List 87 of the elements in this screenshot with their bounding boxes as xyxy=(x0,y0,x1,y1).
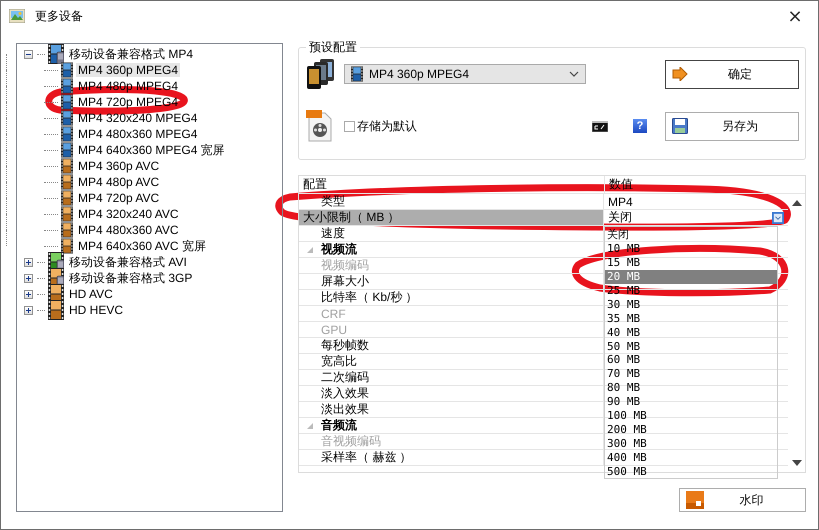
scroll-up-icon[interactable] xyxy=(792,200,802,206)
tree-item[interactable]: MP4 480x360 AVC xyxy=(76,223,181,237)
property-name[interactable]: 淡入效果 xyxy=(321,385,369,402)
caret-icon xyxy=(569,71,579,77)
column-header: 配置 xyxy=(299,176,605,193)
tree-item[interactable]: MP4 360p AVC xyxy=(76,159,162,173)
save-as-button[interactable]: 另存为 xyxy=(665,112,799,140)
video-file-icon xyxy=(306,110,334,142)
property-name[interactable]: 类型 xyxy=(321,194,345,210)
group-title: 预设配置 xyxy=(306,39,360,56)
dropdown-option[interactable]: 60 MB xyxy=(605,353,777,367)
dropdown-option[interactable]: 80 MB xyxy=(605,380,777,395)
dropdown-option[interactable]: 90 MB xyxy=(605,394,777,409)
scroll-down-icon[interactable] xyxy=(792,460,802,466)
category-label: 音频流 xyxy=(321,417,357,434)
film-icon xyxy=(61,78,73,94)
property-name[interactable]: 二次编码 xyxy=(321,369,369,386)
film-icon xyxy=(61,126,73,142)
save-icon xyxy=(672,118,688,134)
dropdown-option[interactable]: 200 MB xyxy=(605,422,777,436)
property-value: MP4 xyxy=(608,194,633,208)
tree-item[interactable]: HD HEVC xyxy=(67,303,126,317)
tree-item[interactable]: MP4 360p MPEG4 xyxy=(76,63,180,77)
property-name[interactable]: 淡出效果 xyxy=(321,401,369,418)
category-label: 视频流 xyxy=(321,241,357,258)
expand-icon[interactable] xyxy=(24,258,33,266)
property-name[interactable]: 比特率（ Kb/秒 ） xyxy=(321,289,418,306)
tree-item[interactable]: MP4 480x360 MPEG4 xyxy=(76,127,200,141)
app-icon xyxy=(9,9,25,23)
film-icon xyxy=(48,300,64,320)
ok-button[interactable]: 确定 xyxy=(665,60,799,88)
dropdown-button[interactable] xyxy=(772,212,784,224)
watermark-icon xyxy=(686,491,704,509)
film-icon xyxy=(61,110,73,126)
dropdown-option[interactable]: 300 MB xyxy=(605,436,777,450)
film-icon xyxy=(61,62,73,78)
film-icon xyxy=(61,174,73,190)
dropdown-option[interactable]: 15 MB xyxy=(605,256,777,270)
expand-icon[interactable] xyxy=(24,306,33,314)
dropdown-option[interactable]: 400 MB xyxy=(605,450,777,464)
phones-icon xyxy=(306,58,336,90)
dropdown-option[interactable]: 100 MB xyxy=(605,408,777,422)
profile-dropdown[interactable]: MP4 360p MPEG4 xyxy=(344,64,586,84)
film-icon xyxy=(61,94,73,110)
film-icon xyxy=(61,222,73,238)
film-icon xyxy=(61,190,73,206)
expand-icon[interactable] xyxy=(24,290,33,298)
save-default-checkbox[interactable]: 存储为默认 xyxy=(344,118,592,134)
collapse-icon[interactable] xyxy=(24,50,33,58)
property-name[interactable]: 采样率（ 赫兹 ） xyxy=(321,449,412,466)
dropdown-option[interactable]: 70 MB xyxy=(605,366,777,381)
film-icon xyxy=(61,142,73,158)
tree-item[interactable]: 移动设备兼容格式 3GP xyxy=(67,270,194,286)
tree-item[interactable]: MP4 640x360 MPEG4 宽屏 xyxy=(76,142,227,158)
property-name[interactable]: 每秒帧数 xyxy=(321,337,369,354)
window-title: 更多设备 xyxy=(35,8,84,24)
tree-item[interactable]: MP4 720p MPEG4 xyxy=(76,95,180,109)
tree-item[interactable]: MP4 320x240 AVC xyxy=(76,207,181,221)
film-icon xyxy=(61,158,73,174)
property-name[interactable]: 速度 xyxy=(321,225,345,242)
tree-item[interactable]: 移动设备兼容格式 AVI xyxy=(67,254,189,270)
film-icon xyxy=(351,66,363,82)
close-button[interactable]: × xyxy=(780,3,810,29)
dropdown-option[interactable]: 500 MB xyxy=(605,464,777,478)
property-name[interactable]: 屏幕大小 xyxy=(321,273,369,290)
property-value: 关闭 xyxy=(608,209,632,226)
dropdown-option[interactable]: 35 MB xyxy=(605,311,777,326)
film-icon xyxy=(61,206,73,222)
film-icon xyxy=(48,44,64,64)
film-icon xyxy=(61,238,73,254)
tree-item[interactable]: MP4 480p AVC xyxy=(76,175,162,189)
dropdown-option[interactable]: 30 MB xyxy=(605,297,777,312)
dropdown-option[interactable]: 40 MB xyxy=(605,325,777,340)
watermark-button[interactable]: 水印 xyxy=(679,488,806,512)
property-name[interactable]: 宽高比 xyxy=(321,353,357,370)
tree-item[interactable]: HD AVC xyxy=(67,287,115,301)
arrow-icon xyxy=(672,67,688,81)
tree-item[interactable]: MP4 640x360 AVC 宽屏 xyxy=(76,238,208,254)
dropdown-option[interactable]: 关闭 xyxy=(605,228,777,242)
help-button[interactable]: ? xyxy=(633,119,647,133)
expand-icon[interactable] xyxy=(24,274,33,282)
dropdown-option[interactable]: 20 MB xyxy=(605,270,777,284)
tree-item[interactable]: MP4 320x240 MPEG4 xyxy=(76,111,200,125)
tree-item[interactable]: 移动设备兼容格式 MP4 xyxy=(67,46,196,62)
dropdown-option[interactable]: 50 MB xyxy=(605,339,777,354)
console-icon[interactable] xyxy=(592,120,608,132)
tree-item[interactable]: MP4 720p AVC xyxy=(76,191,162,205)
